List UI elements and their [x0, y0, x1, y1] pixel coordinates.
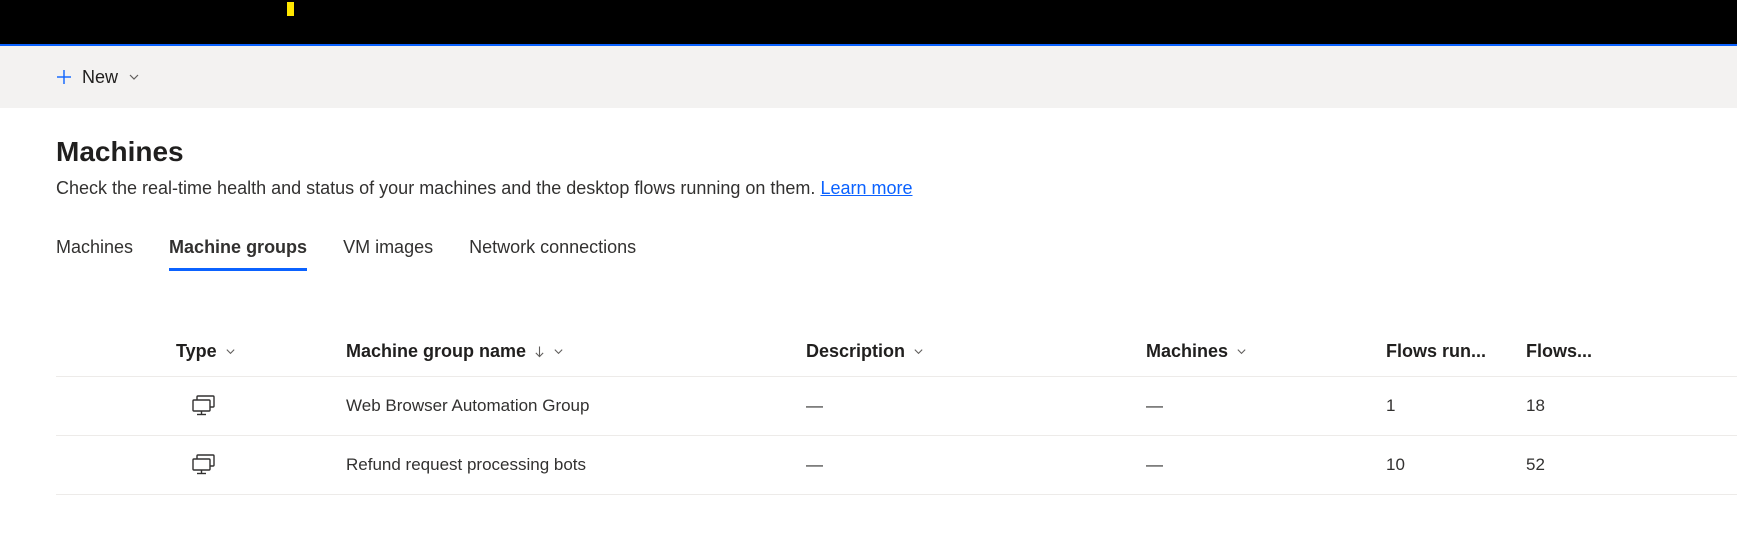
new-button[interactable]: New — [56, 67, 140, 88]
window-titlebar — [0, 0, 1737, 44]
cell-name: Web Browser Automation Group — [346, 396, 806, 416]
chevron-down-icon — [128, 71, 140, 83]
tab-network-connections[interactable]: Network connections — [469, 237, 636, 271]
cell-machines: — — [1146, 396, 1386, 416]
cell-flows-running: 1 — [1386, 396, 1526, 416]
machine-group-icon — [192, 454, 216, 476]
chevron-down-icon — [913, 346, 924, 357]
tab-machine-groups[interactable]: Machine groups — [169, 237, 307, 271]
new-button-label: New — [82, 67, 118, 88]
cell-flows-running: 10 — [1386, 455, 1526, 475]
col-machines[interactable]: Machines — [1146, 341, 1386, 362]
cell-machines: — — [1146, 455, 1386, 475]
col-name[interactable]: Machine group name — [346, 341, 806, 362]
page-subtitle: Check the real-time health and status of… — [56, 178, 1737, 199]
page-title: Machines — [56, 136, 1737, 168]
cell-description: — — [806, 455, 1146, 475]
subtitle-text: Check the real-time health and status of… — [56, 178, 820, 198]
chevron-down-icon — [553, 346, 564, 357]
table-row[interactable]: Web Browser Automation Group — — 1 18 — [56, 377, 1737, 436]
cell-flows-queued: 52 — [1526, 455, 1666, 475]
cell-name: Refund request processing bots — [346, 455, 806, 475]
col-type[interactable]: Type — [176, 341, 346, 362]
table-header: Type Machine group name Description Mach… — [56, 331, 1737, 377]
cell-description: — — [806, 396, 1146, 416]
plus-icon — [56, 69, 72, 85]
tab-strip: Machines Machine groups VM images Networ… — [56, 237, 1737, 271]
col-description[interactable]: Description — [806, 341, 1146, 362]
chevron-down-icon — [1236, 346, 1247, 357]
learn-more-link[interactable]: Learn more — [820, 178, 912, 198]
col-flows-running[interactable]: Flows run... — [1386, 341, 1526, 362]
arrow-down-icon — [534, 345, 545, 359]
machine-groups-table: Type Machine group name Description Mach… — [56, 331, 1737, 495]
tab-machines[interactable]: Machines — [56, 237, 133, 271]
chevron-down-icon — [225, 346, 236, 357]
command-bar: New — [0, 44, 1737, 108]
table-row[interactable]: Refund request processing bots — — 10 52 — [56, 436, 1737, 495]
cell-flows-queued: 18 — [1526, 396, 1666, 416]
highlight-marker — [287, 2, 294, 16]
col-flows-queued[interactable]: Flows... — [1526, 341, 1666, 362]
machine-group-icon — [192, 395, 216, 417]
tab-vm-images[interactable]: VM images — [343, 237, 433, 271]
